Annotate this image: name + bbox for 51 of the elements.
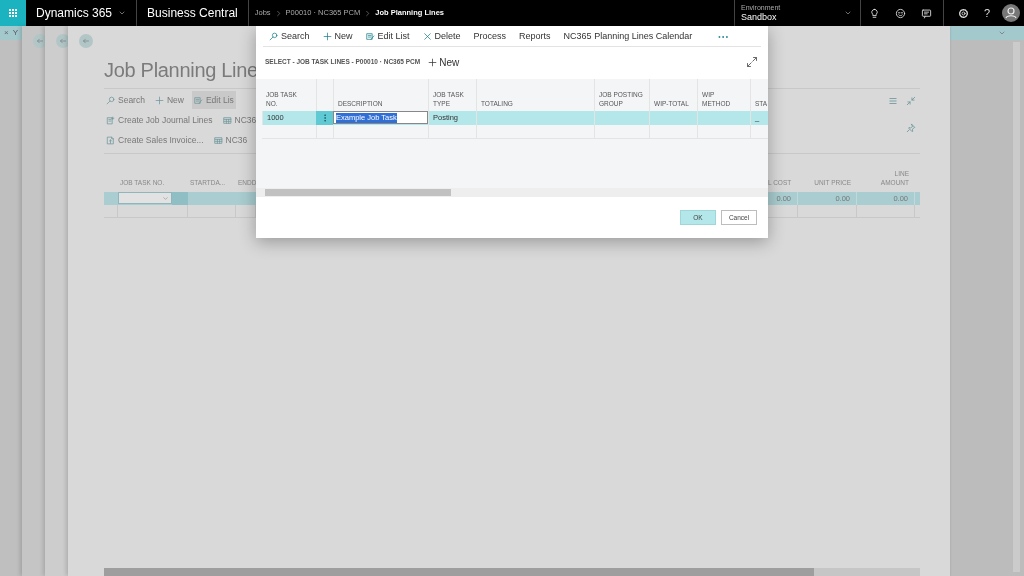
- horizontal-scrollbar[interactable]: [104, 568, 920, 576]
- smiley-icon: [894, 7, 906, 19]
- invoice-icon: [106, 135, 115, 145]
- calendar-grid-icon: [213, 135, 223, 145]
- back-arrow-icon: [81, 36, 91, 46]
- product-name: Business Central: [147, 6, 238, 20]
- notification-text: Y: [12, 27, 18, 39]
- expand-button[interactable]: [746, 56, 758, 68]
- list-icon: [888, 96, 898, 106]
- plus-icon: [428, 57, 438, 67]
- chevron-down-icon: [998, 29, 1006, 37]
- settings-icon: [957, 7, 969, 19]
- app-launcher-button[interactable]: [0, 0, 26, 26]
- plus-icon: [154, 95, 164, 105]
- help-button[interactable]: ?: [976, 0, 998, 26]
- page-title: Job Planning Line: [104, 58, 256, 83]
- dropdown-field[interactable]: [118, 192, 172, 204]
- search-icon: [269, 32, 278, 41]
- row-menu-button[interactable]: [316, 111, 333, 125]
- lightbulb-icon: [868, 7, 880, 19]
- edit-list-icon: [365, 32, 375, 41]
- toolbar-button[interactable]: Search: [269, 29, 310, 44]
- chevron-down-icon: [844, 9, 852, 17]
- toolbar-button[interactable]: New: [322, 29, 353, 44]
- horizontal-scrollbar[interactable]: [256, 188, 768, 197]
- chevron-down-icon: [118, 9, 127, 17]
- calendar-grid-icon: [222, 115, 232, 125]
- collapse-icon: [906, 96, 916, 106]
- plus-icon: [322, 32, 332, 41]
- chevron-right-icon: [364, 9, 372, 17]
- toolbar-button[interactable]: Delete: [422, 29, 461, 44]
- pin-icon: [906, 123, 916, 133]
- search-icon: [106, 95, 115, 105]
- avatar-icon[interactable]: [1002, 4, 1020, 22]
- table-row[interactable]: [104, 192, 256, 205]
- chevron-down-icon: [162, 194, 169, 202]
- toolbar-button[interactable]: NC365 Planning Lines Calendar: [563, 29, 693, 44]
- toolbar-button[interactable]: Edit List: [365, 29, 410, 44]
- environment-value: Sandbox: [741, 13, 777, 22]
- toolbar-button[interactable]: Reports: [519, 29, 551, 44]
- back-arrow-icon: [58, 36, 68, 46]
- back-button[interactable]: [79, 34, 93, 48]
- chevron-right-icon: [274, 9, 282, 17]
- journal-icon: [106, 115, 115, 125]
- expand-icon: [746, 56, 758, 68]
- back-arrow-icon: [35, 36, 45, 46]
- delete-icon: [422, 32, 432, 41]
- new-button[interactable]: New: [428, 54, 460, 70]
- chat-icon: [920, 7, 932, 19]
- edit-list-icon: [193, 95, 203, 105]
- toolbar-button[interactable]: Process: [473, 29, 507, 44]
